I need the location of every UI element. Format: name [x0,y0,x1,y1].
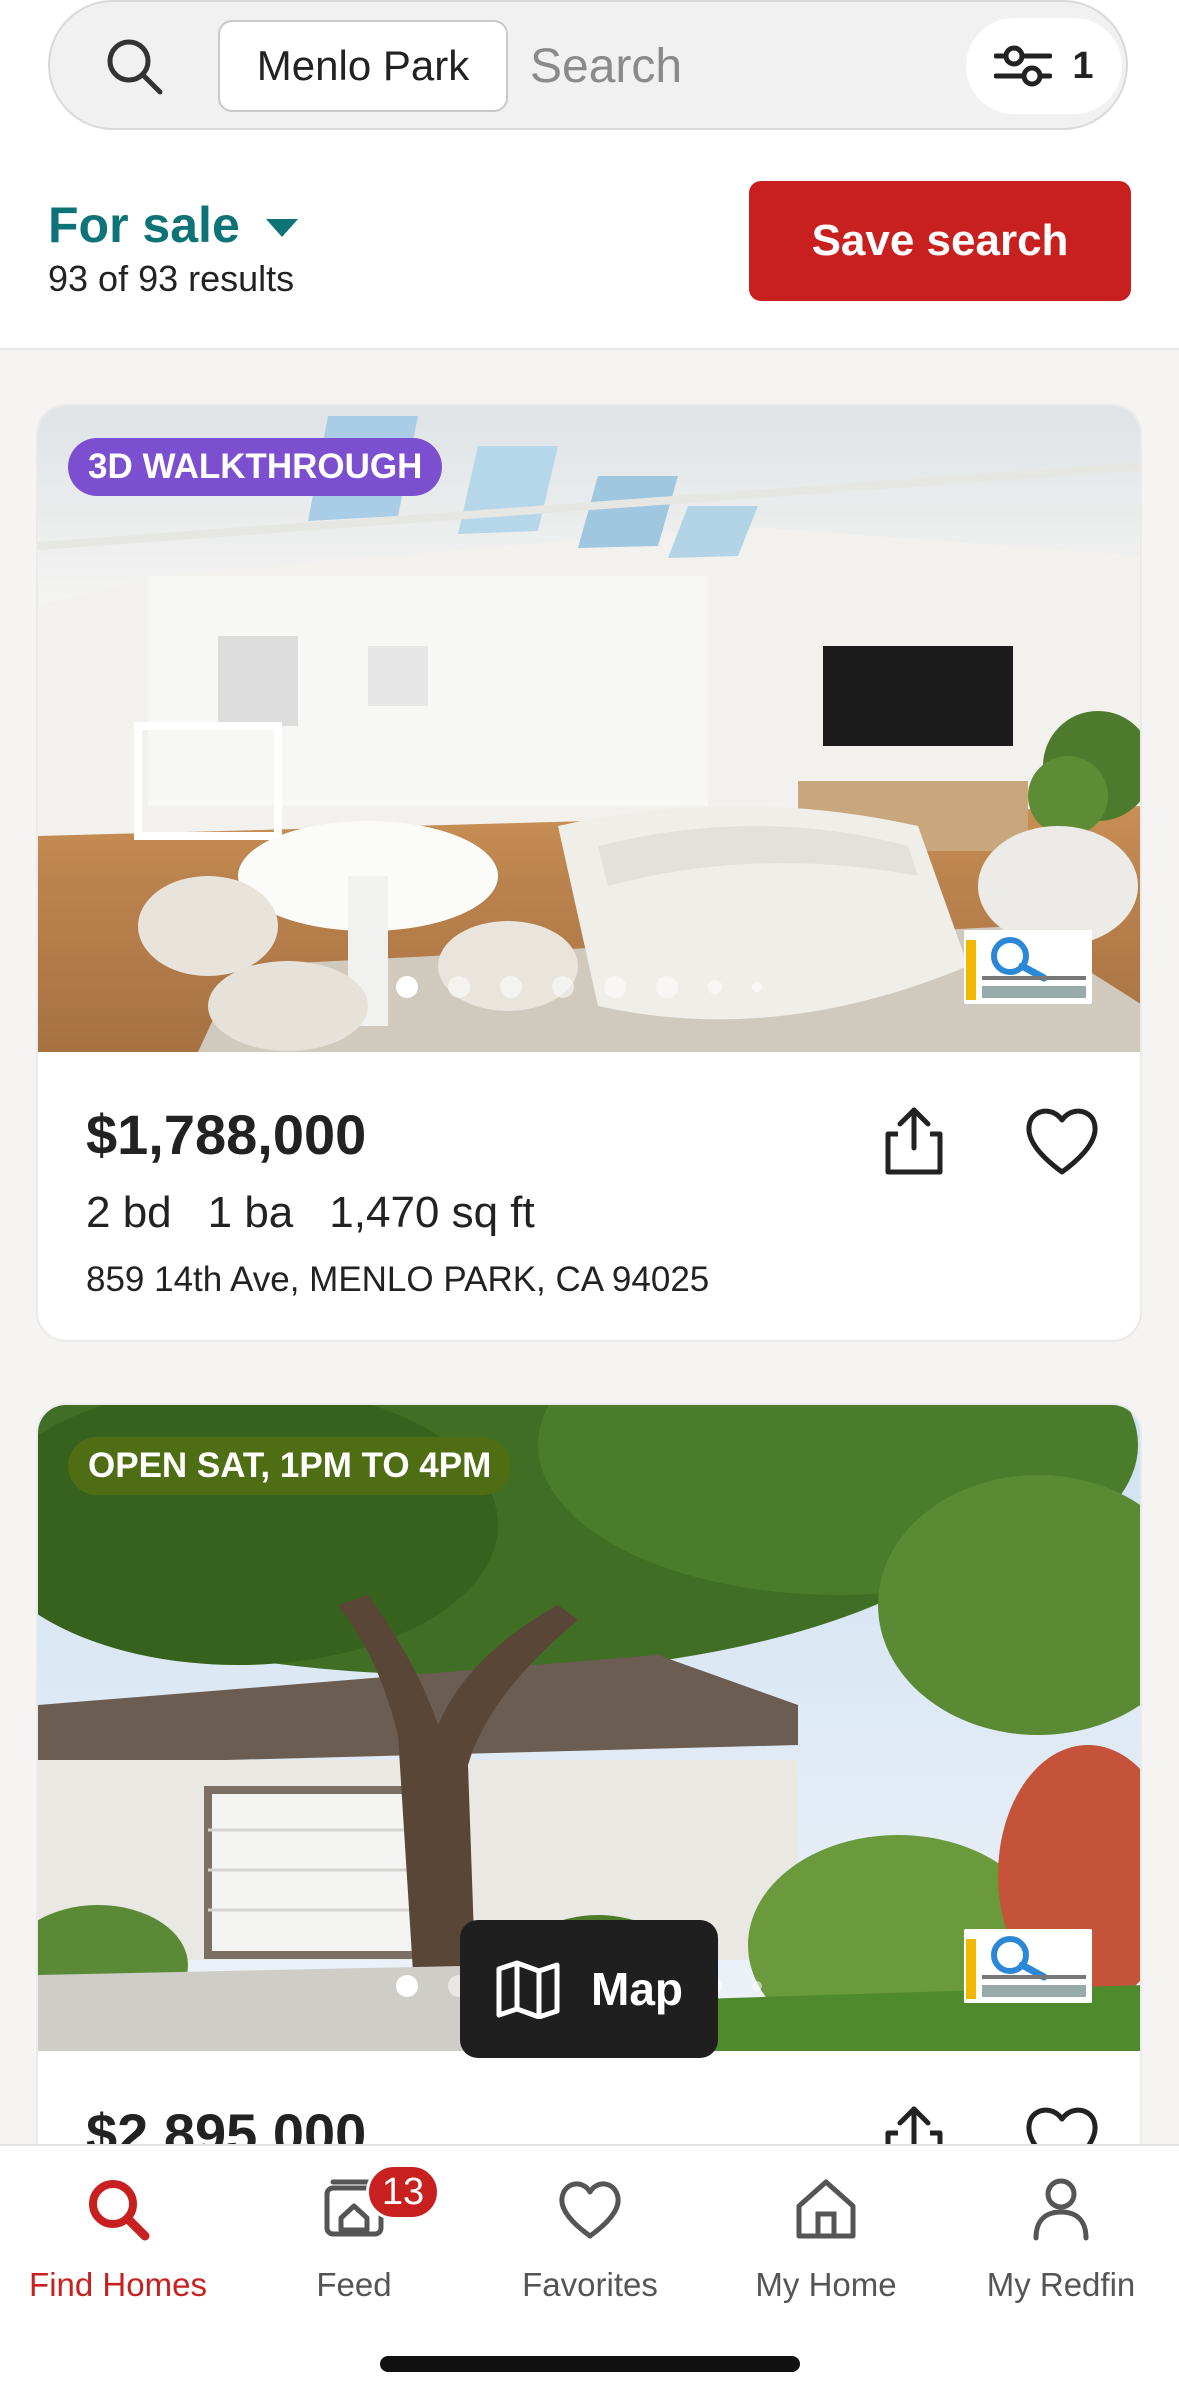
header: Menlo Park 1 For sale 93 of 93 results S… [0,0,1179,350]
sqft: 1,470 sq ft [329,1188,535,1237]
tab-label: Feed [316,2266,392,2303]
house-icon [796,2179,856,2239]
search-icon [89,2180,150,2241]
heart-icon [559,2181,621,2239]
listing-price: $1,788,000 [86,1103,367,1166]
mls-listings-logo [964,1929,1092,2003]
tab-label: My Home [755,2266,897,2303]
pagination-dot [656,976,678,998]
home-indicator [380,2356,800,2372]
tab-favorites[interactable]: Favorites [472,2174,708,2304]
walkthrough-badge: 3D WALKTHROUGH [68,438,443,496]
listing-card[interactable]: 3D WALKTHROUGH $1,788,000 2 bd 1 ba 1,47… [36,404,1142,1342]
pagination-dot [752,982,762,992]
share-icon[interactable] [876,1102,952,1178]
caret-down-icon [265,219,298,237]
search-bar[interactable]: Menlo Park 1 [48,0,1128,130]
pagination-dot [500,976,522,998]
listing-status-label: For sale [48,197,240,253]
heart-icon[interactable] [1022,1102,1102,1178]
location-chip[interactable]: Menlo Park [218,20,508,112]
baths: 1 ba [207,1188,294,1237]
map-icon [496,1960,560,2019]
listing-card[interactable]: OPEN SAT, 1PM TO 4PM $2,895,000 [36,1403,1142,2203]
person-icon [1033,2178,1089,2241]
pagination-dot [752,1981,762,1991]
filters-button[interactable]: 1 [966,18,1122,114]
results-count: 93 of 93 results [48,258,295,299]
feed-badge: 13 [366,2164,440,2220]
map-button-label: Map [591,1963,683,2015]
tab-my-home[interactable]: My Home [708,2174,944,2304]
pagination-dot [396,976,418,998]
pagination-dot [552,976,574,998]
save-search-button[interactable]: Save search [749,181,1131,301]
tab-label: Find Homes [29,2266,207,2303]
tab-find-homes[interactable]: Find Homes [0,2174,236,2304]
listing-specs: 2 bd 1 ba 1,470 sq ft [86,1188,535,1238]
sliders-icon [994,45,1053,87]
tab-feed[interactable]: 13 Feed [236,2164,472,2304]
tab-label: My Redfin [986,2266,1136,2303]
search-icon[interactable] [102,34,166,98]
tab-my-redfin[interactable]: My Redfin [943,2174,1179,2304]
pagination-dot [448,976,470,998]
listing-photo[interactable]: 3D WALKTHROUGH [38,406,1140,1052]
tab-label: Favorites [522,2266,658,2303]
pagination-dot [604,976,626,998]
open-house-badge: OPEN SAT, 1PM TO 4PM [68,1437,512,1495]
search-input[interactable] [530,26,950,106]
pagination-dot [708,980,722,994]
pagination-dot [396,1975,418,1997]
map-button[interactable]: Map [460,1920,718,2058]
mls-listings-logo [964,930,1092,1004]
filter-count: 1 [1072,44,1094,87]
listing-status-dropdown[interactable]: For sale [48,196,298,254]
listing-address: 859 14th Ave, MENLO PARK, CA 94025 [86,1260,710,1299]
beds: 2 bd [86,1188,172,1237]
